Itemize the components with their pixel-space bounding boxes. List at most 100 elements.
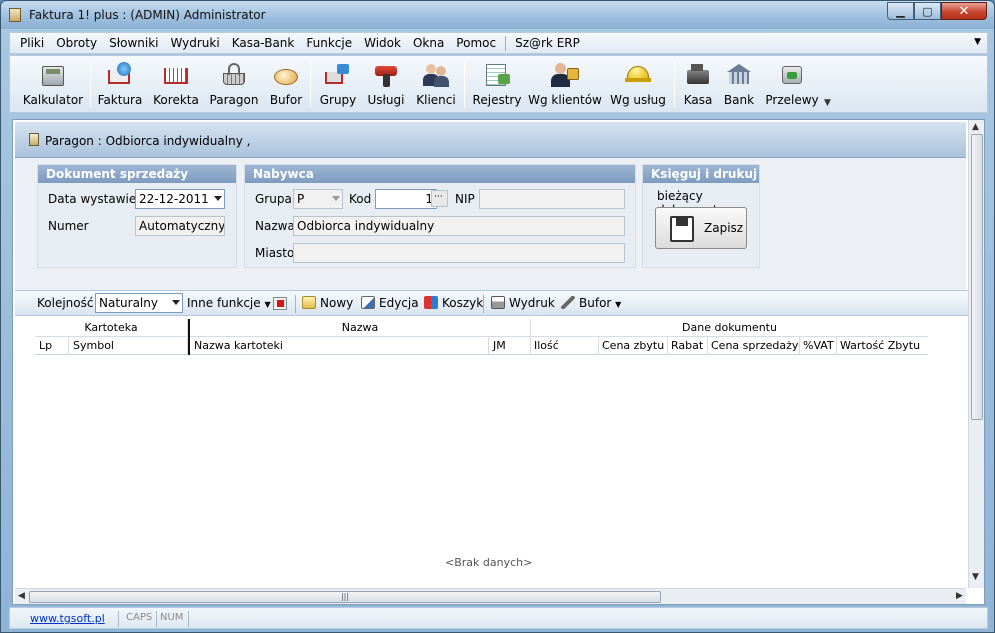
nip-field[interactable] [479,189,625,209]
frozen-column-divider [188,319,190,355]
menu-okna[interactable]: Okna [407,36,450,50]
toolbar-klienci[interactable]: Klienci [412,60,460,110]
scroll-right-icon[interactable]: ▶ [956,591,963,601]
menu-szark-erp[interactable]: Sz@rk ERP [509,36,586,50]
menu-overflow-icon[interactable]: ▼ [974,37,981,47]
document-icon [29,133,39,146]
toolbar-bank[interactable]: Bank [720,60,758,110]
window-title: Faktura 1! plus : (ADMIN) Administrator [29,8,266,22]
nazwa-field[interactable]: Odbiorca indywidualny [293,216,625,236]
toolbar-uslugi[interactable]: Usługi [364,60,408,110]
group-header-dane-dokumentu: Dane dokumentu [682,321,777,334]
miasto-label: Miasto [255,246,295,260]
horizontal-scrollbar[interactable]: ◀ ||| ▶ [15,588,966,604]
menu-separator [505,35,507,51]
menu-funkcje[interactable]: Funkcje [300,36,358,50]
client-report-icon [550,60,580,90]
horizontal-scroll-thumb[interactable]: ||| [29,591,661,603]
dropdown-arrow-icon[interactable] [214,196,222,201]
column-header-lp[interactable]: Lp [35,337,69,355]
toolbar-grupy[interactable]: Grupy [316,60,360,110]
close-button[interactable]: ✕ [941,2,987,20]
toolbar-faktura[interactable]: Faktura [96,60,144,110]
column-header-cena-zbytu[interactable]: Cena zbytu [599,337,668,355]
toolbar-kasa[interactable]: Kasa [680,60,716,110]
toolbar-wg-klientow[interactable]: Wg klientów [528,60,602,110]
website-link[interactable]: www.tgsoft.pl [30,612,105,625]
group-dokument-sprzedazy: Dokument sprzedaży Data wystawienia 22-1… [37,164,237,268]
grid-header: Kartoteka Nazwa Dane dokumentu Lp Symbol… [35,319,928,355]
minimize-button[interactable]: ▁ [887,2,914,20]
users-icon [421,60,451,90]
save-button[interactable]: Zapisz [655,207,747,249]
column-header-cena-sprzedazy[interactable]: Cena sprzedaży [708,337,800,355]
print-button[interactable]: Wydruk [491,296,555,310]
toolbar-overflow-icon[interactable]: ▼ [824,98,831,108]
document-caption-text: Paragon : Odbiorca indywidualny , [45,134,251,148]
maximize-button[interactable]: ▢ [914,2,941,20]
edit-button[interactable]: Edycja [361,296,419,310]
menu-wydruki[interactable]: Wydruki [164,36,225,50]
order-select[interactable]: Naturalny [95,293,183,313]
toolbar-paragon[interactable]: Paragon [208,60,260,110]
menu-pliki[interactable]: Pliki [14,36,50,50]
column-header-nazwa-kartoteki[interactable]: Nazwa kartoteki [190,337,489,355]
menu-kasa-bank[interactable]: Kasa-Bank [226,36,301,50]
stop-icon [277,300,284,307]
vertical-scrollbar[interactable]: ▲ ▼ [968,120,984,588]
menu-pomoc[interactable]: Pomoc [450,36,502,50]
menu-bar: Pliki Obroty Słowniki Wydruki Kasa-Bank … [9,32,988,54]
group-header-kartoteka: Kartoteka [35,319,188,337]
column-header-ilosc[interactable]: Ilość [531,337,599,355]
dropdown-arrow-icon[interactable] [172,300,180,305]
toolbar-korekta[interactable]: Korekta [150,60,202,110]
cash-register-icon [683,60,713,90]
other-functions-button[interactable]: Inne funkcje ▼ [187,296,271,310]
num-indicator: NUM [160,612,184,623]
toolbar-wg-uslug[interactable]: Wg usług [608,60,668,110]
column-header-jm[interactable]: JM [489,337,531,355]
new-button[interactable]: Nowy [302,296,353,310]
dropdown-arrow-icon[interactable] [332,196,340,201]
group-header: Księguj i drukuj [643,165,759,183]
date-field[interactable]: 22-12-2011 [135,189,225,209]
toolbar-rejestry[interactable]: Rejestry [470,60,524,110]
menu-obroty[interactable]: Obroty [50,36,103,50]
scroll-down-icon[interactable]: ▼ [972,572,979,582]
toolbar-kalkulator[interactable]: Kalkulator [20,60,86,110]
shopping-cart-globe-icon [105,60,135,90]
scroll-left-icon[interactable]: ◀ [18,591,25,601]
menu-slowniki[interactable]: Słowniki [103,36,164,50]
buffer-button[interactable]: Bufor ▼ [561,296,621,310]
toolbar-bufor[interactable]: Bufor [266,60,306,110]
app-icon[interactable] [9,8,21,22]
nip-label: NIP [455,192,475,206]
basket-button[interactable]: Koszyk [424,296,483,310]
drill-icon [371,60,401,90]
grupa-select[interactable]: P [293,189,343,209]
bank-icon [724,60,754,90]
number-field[interactable]: Automatyczny [135,216,225,236]
floppy-disk-icon [670,216,694,242]
scroll-up-icon[interactable]: ▲ [972,122,979,132]
grid-body[interactable]: <Brak danych> [35,356,928,588]
column-header-symbol[interactable]: Symbol [69,337,188,355]
menu-widok[interactable]: Widok [358,36,407,50]
calculator-icon [38,60,68,90]
vertical-scroll-thumb[interactable] [971,134,983,420]
kod-field[interactable]: 1 [375,189,437,209]
kod-lookup-button[interactable]: ··· [431,190,448,207]
toolbar-przelewy[interactable]: Przelewy [764,60,820,110]
column-header-wartosc-zbytu[interactable]: Wartość Zbytu [837,337,928,355]
printer-icon [491,296,505,309]
column-header-vat[interactable]: %VAT [800,337,837,355]
stop-button[interactable] [273,297,287,310]
column-header-rabat[interactable]: Rabat [668,337,708,355]
document-form: Dokument sprzedaży Data wystawienia 22-1… [15,158,966,292]
group-header: Dokument sprzedaży [38,165,236,183]
group-header: Nabywca [245,165,635,183]
title-bar[interactable]: Faktura 1! plus : (ADMIN) Administrator … [1,1,994,29]
miasto-field[interactable] [293,243,625,263]
chevron-down-icon: ▼ [264,300,271,309]
register-icon [482,60,512,90]
